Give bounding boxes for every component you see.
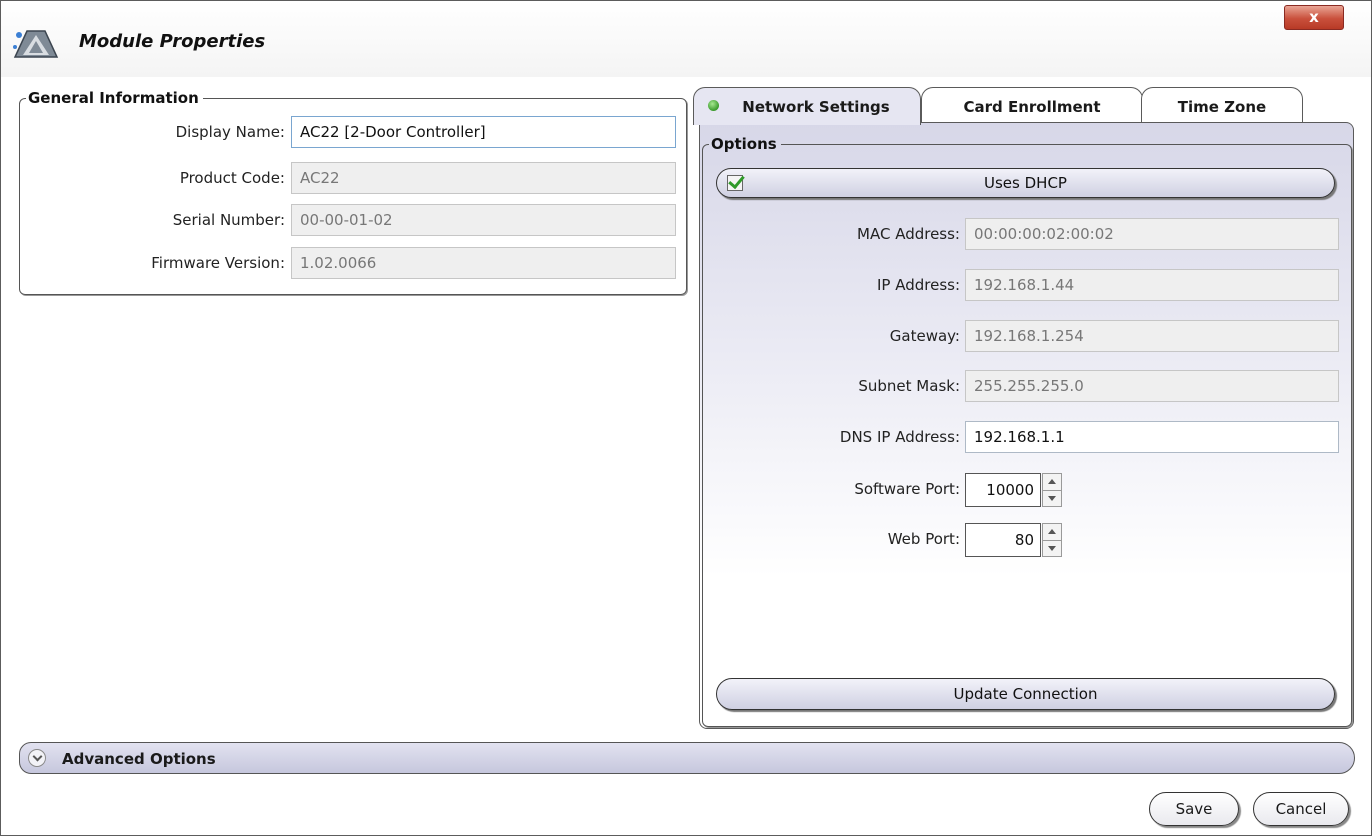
tab-network-settings[interactable]: Network Settings [693,87,921,125]
display-name-input[interactable]: AC22 [2-Door Controller] [291,116,676,148]
advanced-options-label: Advanced Options [62,750,216,768]
stepper-down-icon[interactable] [1048,496,1056,501]
dhcp-checkbox[interactable] [727,175,743,191]
web-port-row: Web Port: [730,523,960,557]
software-port-label: Software Port: [854,480,960,498]
firmware-version-label: Firmware Version: [151,254,285,272]
uses-dhcp-label: Uses DHCP [984,174,1067,192]
serial-number-row: Serial Number: [31,204,285,238]
subnet-mask-label: Subnet Mask: [858,377,960,395]
window-title: Module Properties [79,31,266,52]
web-port-stepper[interactable] [1042,523,1062,557]
subnet-mask-row: Subnet Mask: [730,370,960,404]
mac-address-field: 00:00:00:02:00:02 [965,218,1339,250]
gateway-field: 192.168.1.254 [965,320,1339,352]
software-port-input[interactable]: 10000 [965,473,1041,507]
module-properties-window: Module Properties x General Information … [0,0,1372,836]
title-bar: Module Properties x [1,1,1371,77]
product-code-label: Product Code: [179,169,285,187]
update-connection-button[interactable]: Update Connection [716,678,1335,710]
save-button[interactable]: Save [1149,792,1239,826]
product-code-field: AC22 [291,162,676,194]
options-legend: Options [711,135,777,153]
tab-card-enrollment[interactable]: Card Enrollment [921,87,1143,123]
serial-number-field: 00-00-01-02 [291,204,676,236]
tab-time-zone[interactable]: Time Zone [1141,87,1303,123]
dns-ip-row: DNS IP Address: [730,421,960,455]
product-code-row: Product Code: [31,162,285,196]
advanced-options-bar[interactable]: Advanced Options [19,742,1355,774]
dns-ip-input[interactable]: 192.168.1.1 [965,421,1339,453]
web-port-input[interactable]: 80 [965,523,1041,557]
stepper-up-icon[interactable] [1048,479,1056,484]
mac-address-label: MAC Address: [857,225,960,243]
web-port-label: Web Port: [887,530,960,548]
close-icon: x [1309,8,1319,26]
chevron-down-icon[interactable] [28,749,46,767]
mac-address-row: MAC Address: [730,218,960,252]
ip-address-row: IP Address: [730,269,960,303]
gateway-row: Gateway: [730,320,960,354]
close-button[interactable]: x [1284,5,1344,30]
gateway-label: Gateway: [889,327,960,345]
tab-time-zone-label: Time Zone [1177,98,1267,116]
dns-ip-label: DNS IP Address: [839,428,960,446]
network-settings-panel: Options Uses DHCP MAC Address: 00:00:00:… [699,122,1354,729]
display-name-row: Display Name: [31,116,285,150]
tab-network-settings-label: Network Settings [742,98,890,116]
cancel-button[interactable]: Cancel [1253,792,1349,826]
stepper-up-icon[interactable] [1048,529,1056,534]
software-port-stepper[interactable] [1042,473,1062,507]
triangle-logo-icon [13,30,59,58]
firmware-version-row: Firmware Version: [31,247,285,281]
tab-card-enrollment-label: Card Enrollment [963,98,1101,116]
subnet-mask-field: 255.255.255.0 [965,370,1339,402]
uses-dhcp-toggle[interactable]: Uses DHCP [716,168,1335,198]
display-name-label: Display Name: [175,123,285,141]
ip-address-field: 192.168.1.44 [965,269,1339,301]
software-port-row: Software Port: [730,473,960,507]
ip-address-label: IP Address: [876,276,960,294]
serial-number-label: Serial Number: [172,211,285,229]
firmware-version-field: 1.02.0066 [291,247,676,279]
general-information-legend: General Information [28,89,199,107]
stepper-down-icon[interactable] [1048,546,1056,551]
